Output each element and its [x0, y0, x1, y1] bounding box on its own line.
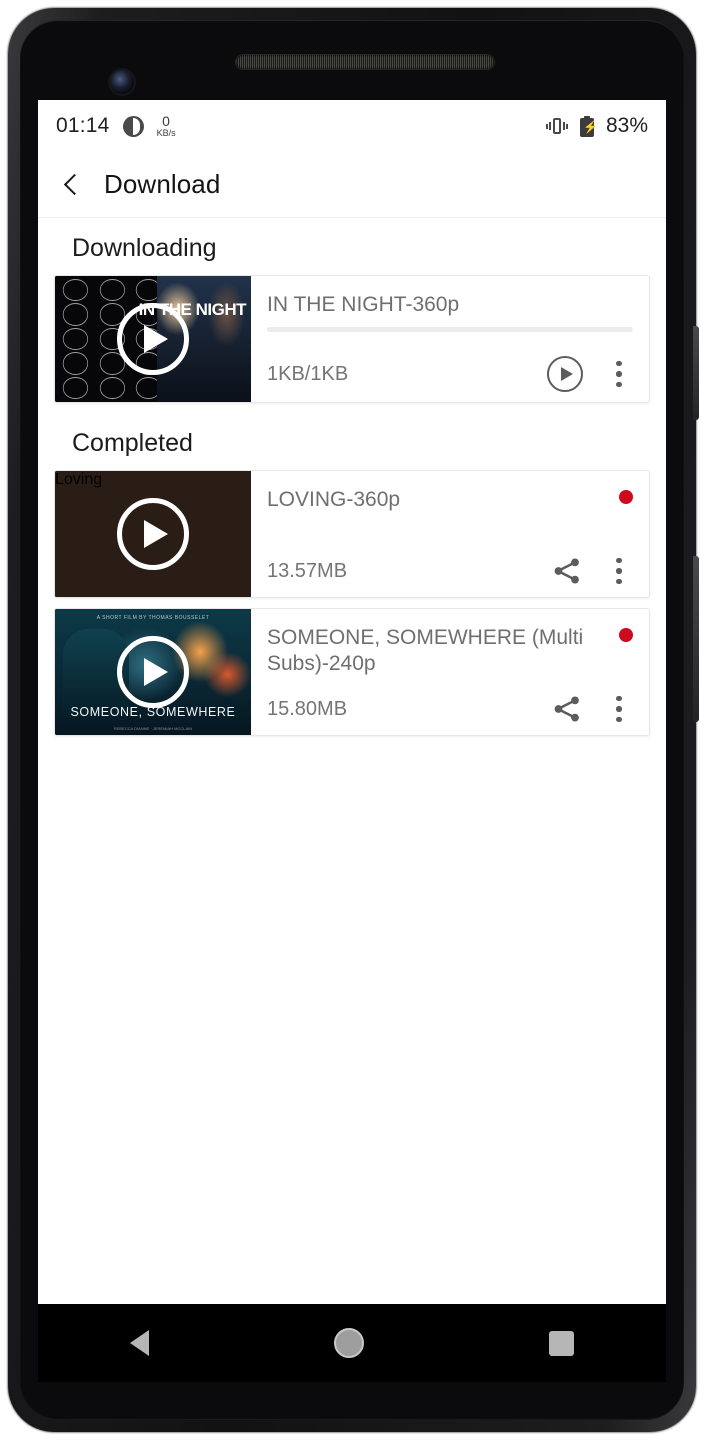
item-actions — [551, 555, 633, 587]
file-size-label: 1KB/1KB — [267, 362, 349, 385]
more-vertical-icon[interactable] — [605, 693, 633, 725]
file-title: LOVING-360p — [267, 488, 401, 511]
file-size-label: 13.57MB — [267, 559, 348, 582]
page-title: Download — [104, 169, 221, 199]
app-bar: Download — [38, 152, 666, 218]
earpiece-speaker — [236, 55, 494, 69]
video-thumbnail[interactable]: A SHORT FILM BY THOMAS BOUSSELET SOMEONE… — [55, 609, 251, 735]
status-bar-left: 01:14 0 KB/s — [56, 114, 176, 138]
video-thumbnail[interactable]: IN THE NIGHT — [55, 276, 251, 402]
poster-credit-bottom: REBECCA DIANNE · JEREMIAH MCCLAIN — [113, 726, 193, 731]
status-clock: 01:14 — [56, 114, 110, 137]
download-item-footer: 15.80MB — [267, 693, 633, 725]
network-speed-indicator: 0 KB/s — [157, 114, 176, 138]
status-bar-right: ⚡ 83% — [545, 114, 648, 138]
file-title: SOMEONE, SOMEWHERE (Multi Subs)-240p — [267, 626, 584, 675]
power-button[interactable] — [693, 326, 699, 420]
data-saver-icon — [122, 115, 144, 137]
file-title: IN THE NIGHT-360p — [267, 293, 460, 316]
download-item-footer: 13.57MB — [267, 555, 633, 587]
download-list: Downloading IN THE NIGHT IN THE NIGHT-36… — [38, 218, 666, 766]
download-item-footer: 1KB/1KB — [267, 356, 633, 392]
battery-percent-label: 83% — [605, 114, 648, 137]
item-actions — [551, 693, 633, 725]
vibrate-icon — [545, 117, 568, 135]
section-header-downloading: Downloading — [72, 234, 217, 262]
status-badge — [619, 628, 633, 642]
share-icon[interactable] — [551, 693, 583, 725]
download-item-body: IN THE NIGHT-360p 1KB/1KB — [251, 276, 649, 402]
section-header-completed: Completed — [72, 429, 193, 457]
video-thumbnail[interactable]: Loving — [55, 471, 251, 597]
back-chevron-icon[interactable] — [58, 171, 86, 199]
more-vertical-icon[interactable] — [605, 358, 633, 390]
front-camera-icon — [110, 70, 134, 94]
download-item-body: SOMEONE, SOMEWHERE (Multi Subs)-240p 15.… — [251, 609, 649, 735]
play-circle-icon[interactable] — [117, 498, 189, 570]
android-navigation-bar — [38, 1304, 666, 1382]
download-item-body: LOVING-360p 13.57MB — [251, 471, 649, 597]
volume-rocker-button[interactable] — [693, 556, 699, 722]
recents-square-icon[interactable] — [548, 1330, 574, 1356]
back-triangle-icon[interactable] — [130, 1330, 150, 1356]
resume-play-icon[interactable] — [547, 356, 583, 392]
download-progress-bar — [267, 326, 633, 332]
network-speed-unit: KB/s — [156, 128, 176, 138]
phone-screen: 01:14 0 KB/s ⚡ 83% Download Downloading — [38, 100, 666, 1382]
status-bar: 01:14 0 KB/s ⚡ 83% — [38, 100, 666, 152]
file-size-label: 15.80MB — [267, 697, 348, 720]
status-badge — [619, 490, 633, 504]
poster-credit-top: A SHORT FILM BY THOMAS BOUSSELET — [96, 615, 210, 621]
download-item-row[interactable]: A SHORT FILM BY THOMAS BOUSSELET SOMEONE… — [54, 608, 650, 736]
download-item-row[interactable]: IN THE NIGHT IN THE NIGHT-360p 1KB/1KB — [54, 275, 650, 403]
item-actions — [547, 356, 633, 392]
home-circle-icon[interactable] — [333, 1328, 364, 1358]
play-circle-icon[interactable] — [117, 636, 189, 708]
battery-charging-icon: ⚡ — [579, 115, 598, 137]
play-circle-icon[interactable] — [117, 303, 189, 375]
share-icon[interactable] — [551, 555, 583, 587]
download-item-row[interactable]: Loving LOVING-360p 13.57MB — [54, 470, 650, 598]
more-vertical-icon[interactable] — [605, 555, 633, 587]
network-speed-value: 0 — [162, 113, 170, 129]
